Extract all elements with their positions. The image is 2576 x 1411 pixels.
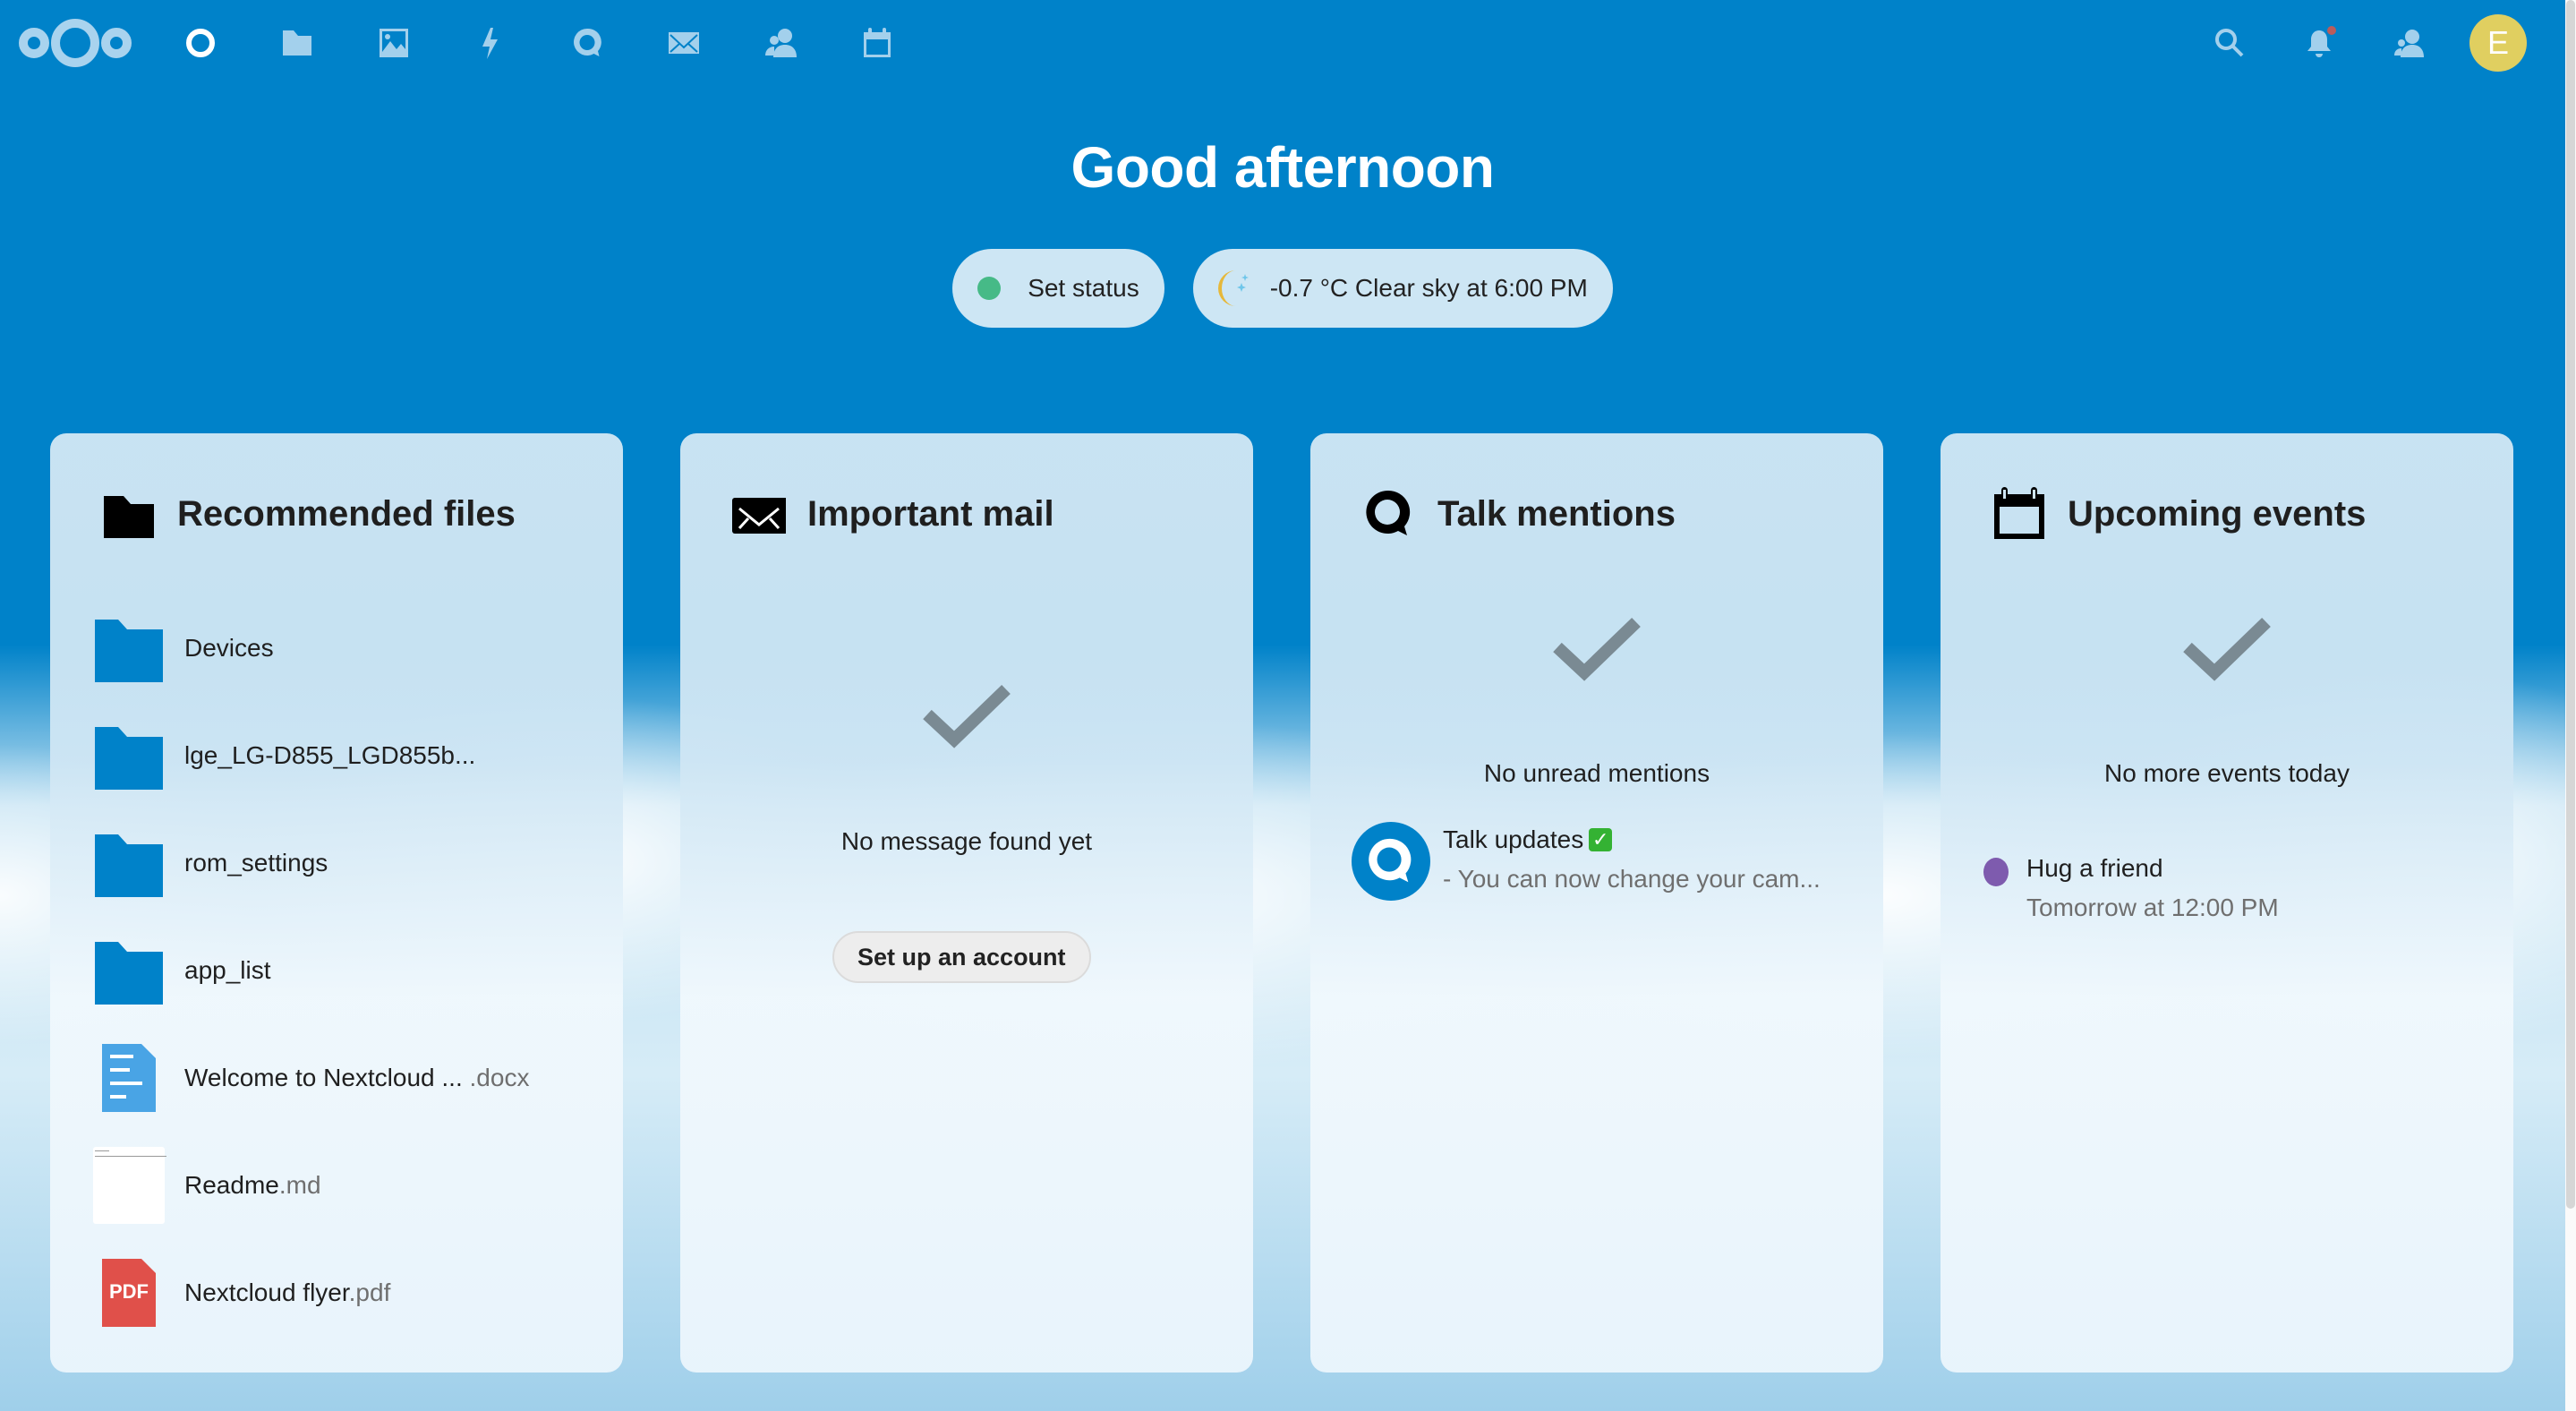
moon-stars-icon (1217, 270, 1249, 306)
talk-icon (1369, 838, 1412, 883)
app-calendar[interactable] (856, 21, 899, 64)
weather-status-button[interactable]: -0.7 °C Clear sky at 6:00 PM (1192, 249, 1613, 328)
calendar-color-dot (1983, 858, 2009, 886)
check-emoji-icon: ✓ (1589, 828, 1613, 851)
mail-icon (732, 498, 786, 534)
calendar-icon (864, 28, 891, 57)
pdf-label: PDF (109, 1280, 149, 1303)
contacts-menu-button[interactable] (2387, 21, 2430, 64)
event-time: Tomorrow at 12:00 PM (2026, 894, 2279, 921)
widget-header[interactable]: Talk mentions (1362, 487, 1676, 541)
event-title: Hug a friend (2026, 854, 2163, 882)
empty-message: No message found yet (840, 827, 1093, 855)
file-thumbnail (93, 1147, 166, 1224)
user-avatar[interactable]: E (2469, 14, 2527, 72)
nextcloud-logo[interactable] (18, 16, 132, 70)
talk-mentions-widget: Talk mentions No unread mentions Talk up… (1310, 433, 1883, 1373)
app-dashboard[interactable] (179, 21, 222, 64)
document-icon (102, 1044, 156, 1112)
calendar-icon (1994, 487, 2044, 539)
checkmark-icon (923, 684, 1011, 748)
set-status-button[interactable]: Set status (952, 249, 1164, 328)
conversation-title: Talk updates ✓ (1443, 825, 1821, 854)
file-name: rom_settings (184, 849, 328, 877)
widget-title: Important mail (807, 493, 1054, 534)
file-item[interactable]: lge_LG-D855_LGD855b... (93, 720, 475, 791)
file-name: lge_LG-D855_LGD855b... (184, 741, 476, 769)
search-icon (2215, 29, 2244, 57)
important-mail-widget: Important mail No message found yet Set … (680, 433, 1253, 1373)
widget-title: Talk mentions (1437, 493, 1676, 534)
greeting-heading: Good afternoon (1070, 135, 1495, 200)
recommended-files-widget: Recommended files Devices lge_LG-D855_LG… (50, 433, 623, 1373)
file-name: Devices (184, 634, 274, 662)
lightning-icon (482, 28, 498, 59)
file-extension: .md (278, 1171, 321, 1199)
app-activity[interactable] (469, 21, 512, 64)
contacts-icon (2394, 30, 2424, 57)
file-item[interactable]: Readme.md (93, 1147, 321, 1224)
checkmark-icon (1553, 617, 1641, 681)
folder-icon (95, 942, 163, 1005)
app-files[interactable] (276, 21, 319, 64)
app-talk[interactable] (566, 21, 609, 64)
set-up-account-button[interactable]: Set up an account (832, 931, 1091, 983)
file-name: Welcome to Nextcloud ... .docx (184, 1064, 530, 1091)
file-item[interactable]: Welcome to Nextcloud ... .docx (93, 1042, 529, 1114)
status-bar: Set status -0.7 °C Clear sky at 6:00 PM (0, 249, 2565, 328)
widget-header[interactable]: Recommended files (102, 487, 516, 541)
widget-title: Upcoming events (2068, 493, 2367, 534)
image-icon (380, 29, 408, 57)
conversation-avatar (1352, 822, 1430, 901)
scrollbar-thumb[interactable] (2566, 0, 2575, 1209)
folder-icon (95, 727, 163, 790)
talk-icon (574, 28, 601, 56)
talk-conversation-item[interactable]: Talk updates ✓ - You can now change your … (1352, 822, 1821, 901)
top-navigation-bar: E (0, 0, 2565, 86)
file-item[interactable]: rom_settings (93, 827, 328, 899)
set-status-label: Set status (1028, 274, 1139, 302)
notification-badge (2327, 26, 2336, 35)
online-status-icon (977, 277, 1002, 300)
file-extension: .docx (462, 1064, 530, 1091)
upcoming-events-widget: Upcoming events No more events today Hug… (1941, 433, 2513, 1373)
file-name: Readme.md (184, 1171, 321, 1199)
folder-icon (104, 496, 154, 538)
folder-icon (95, 620, 163, 682)
page-scrollbar[interactable] (2565, 0, 2576, 1411)
file-name: Nextcloud flyer.pdf (184, 1278, 391, 1306)
file-name: app_list (184, 956, 271, 984)
app-mail[interactable] (662, 21, 705, 64)
contacts-icon (765, 29, 797, 57)
widget-title: Recommended files (177, 493, 516, 534)
app-contacts[interactable] (759, 21, 802, 64)
notifications-button[interactable] (2298, 21, 2341, 64)
empty-message: No more events today (2104, 759, 2350, 787)
empty-message: No unread mentions (1483, 759, 1710, 787)
checkmark-icon (2183, 617, 2271, 681)
widget-header[interactable]: Important mail (732, 487, 1054, 541)
folder-icon (95, 834, 163, 897)
file-extension: .pdf (348, 1278, 391, 1306)
folder-icon (283, 30, 311, 56)
file-item[interactable]: Devices (93, 612, 274, 684)
app-photos[interactable] (372, 21, 415, 64)
file-item[interactable]: app_list (93, 935, 271, 1006)
avatar-initial: E (2486, 24, 2509, 61)
weather-label: -0.7 °C Clear sky at 6:00 PM (1269, 274, 1588, 302)
widget-header[interactable]: Upcoming events (1992, 487, 2366, 541)
mail-icon (669, 32, 699, 54)
talk-icon (1366, 490, 1411, 535)
search-button[interactable] (2208, 21, 2251, 64)
file-item[interactable]: PDF Nextcloud flyer.pdf (93, 1257, 390, 1329)
dashboard-icon (186, 29, 215, 57)
conversation-preview: - You can now change your cam... (1443, 865, 1821, 893)
